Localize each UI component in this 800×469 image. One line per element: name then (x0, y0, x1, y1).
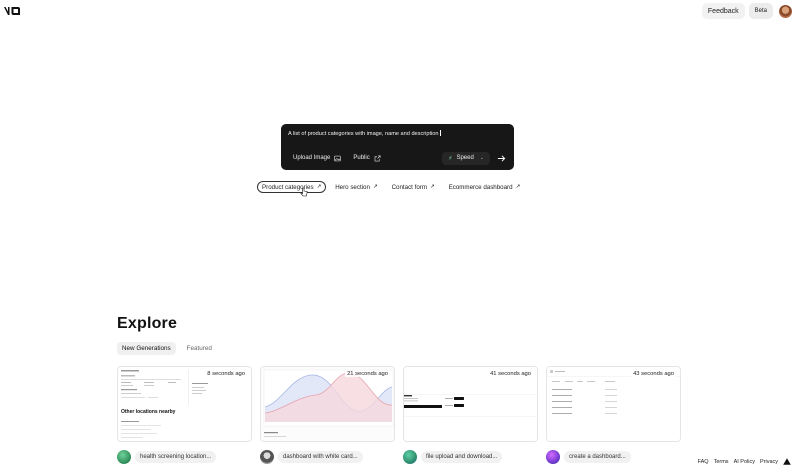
card-meta: file upload and download... (403, 450, 538, 464)
generation-card[interactable]: 43 seconds ago create a dashboard... (546, 366, 681, 464)
upload-image-button[interactable]: Upload Image (287, 152, 347, 165)
thumbnail-chart-preview (261, 367, 394, 441)
beta-badge[interactable]: Beta (748, 3, 773, 19)
mode-selector[interactable]: ⚡ Speed ⌄ (442, 151, 490, 165)
user-avatar[interactable] (779, 4, 792, 18)
card-thumbnail[interactable]: 43 seconds ago (546, 366, 681, 442)
arrow-up-right-icon: ↗ (429, 184, 435, 190)
header-actions: Feedback Beta (701, 3, 792, 19)
suggestion-ecommerce-dashboard[interactable]: Ecommerce dashboard ↗ (444, 181, 526, 193)
arrow-right-icon (497, 154, 505, 162)
footer-ai-policy-link[interactable]: AI Policy (734, 459, 755, 465)
author-avatar[interactable] (403, 450, 417, 464)
card-timestamp: 21 seconds ago (345, 371, 390, 377)
card-prompt-label[interactable]: health screening location... (135, 451, 217, 463)
mode-label: Speed (456, 155, 474, 161)
generation-card[interactable]: 41 seconds ago file upload and download.… (403, 366, 538, 464)
card-thumbnail[interactable]: 21 seconds ago (260, 366, 395, 442)
footer-links: FAQ Terms AI Policy Privacy (698, 458, 791, 465)
suggestion-hero-section[interactable]: Hero section ↗ (330, 181, 382, 193)
arrow-up-right-icon: ↗ (372, 184, 378, 190)
prompt-actions: Upload Image Public ⚡ Speed ⌄ (287, 151, 508, 165)
upload-image-label: Upload Image (293, 155, 331, 161)
tab-featured[interactable]: Featured (182, 342, 217, 355)
card-prompt-label[interactable]: create a dashboard... (564, 451, 631, 463)
card-timestamp: 8 seconds ago (205, 371, 247, 377)
prompt-box[interactable]: A list of product categories with image,… (281, 124, 514, 170)
author-avatar[interactable] (117, 450, 131, 464)
generation-cards: Other locations nearby 8 seconds ago hea… (117, 366, 681, 464)
generation-card[interactable]: 21 seconds ago dashboard with white card… (260, 366, 395, 464)
tab-new-generations[interactable]: New Generations (117, 342, 176, 355)
share-icon (374, 155, 381, 161)
card-timestamp: 41 seconds ago (488, 371, 533, 377)
thumbnail-upload-preview (404, 367, 537, 441)
prompt-input-text: A list of product categories with image,… (288, 131, 439, 137)
v0-logo[interactable] (3, 4, 21, 16)
generation-card[interactable]: Other locations nearby 8 seconds ago hea… (117, 366, 252, 464)
visibility-label: Public (353, 155, 370, 161)
suggestion-product-categories[interactable]: Product categories ↗ (257, 181, 327, 193)
suggestion-label: Hero section (335, 183, 370, 191)
arrow-up-right-icon: ↗ (316, 184, 322, 190)
vercel-triangle-icon[interactable] (783, 458, 791, 465)
author-avatar[interactable] (260, 450, 274, 464)
footer-faq-link[interactable]: FAQ (698, 459, 709, 465)
text-caret (439, 130, 440, 136)
thumbnail-dashboard-preview (547, 367, 680, 441)
footer-privacy-link[interactable]: Privacy (760, 459, 778, 465)
feedback-button[interactable]: Feedback (701, 3, 745, 19)
card-timestamp: 43 seconds ago (631, 371, 676, 377)
thumbnail-preview-page (121, 370, 208, 438)
card-meta: health screening location... (117, 450, 252, 464)
mouse-cursor-icon (300, 187, 308, 197)
card-prompt-label[interactable]: file upload and download... (421, 451, 503, 463)
image-icon (334, 155, 342, 161)
card-thumbnail[interactable]: 41 seconds ago (403, 366, 538, 442)
explore-heading: Explore (117, 315, 178, 332)
card-meta: dashboard with white card... (260, 450, 395, 464)
thumbnail-heading: Other locations nearby (121, 409, 176, 415)
suggestion-label: Ecommerce dashboard (448, 183, 513, 191)
send-button[interactable] (494, 152, 508, 165)
footer-terms-link[interactable]: Terms (714, 459, 729, 465)
bolt-icon: ⚡ (448, 155, 453, 162)
suggestion-chips: Product categories ↗ Hero section ↗ Contac… (257, 181, 525, 193)
card-meta: create a dashboard... (546, 450, 681, 464)
suggestion-label: Contact form (391, 183, 427, 191)
arrow-up-right-icon: ↗ (515, 184, 521, 190)
card-thumbnail[interactable]: Other locations nearby 8 seconds ago (117, 366, 252, 442)
author-avatar[interactable] (546, 450, 560, 464)
card-prompt-label[interactable]: dashboard with white card... (278, 451, 363, 463)
prompt-input[interactable]: A list of product categories with image,… (288, 130, 440, 137)
chevron-down-icon: ⌄ (479, 155, 484, 161)
visibility-button[interactable]: Public (347, 152, 386, 165)
explore-tabs: New Generations Featured (117, 342, 217, 355)
suggestion-contact-form[interactable]: Contact form ↗ (387, 181, 440, 193)
